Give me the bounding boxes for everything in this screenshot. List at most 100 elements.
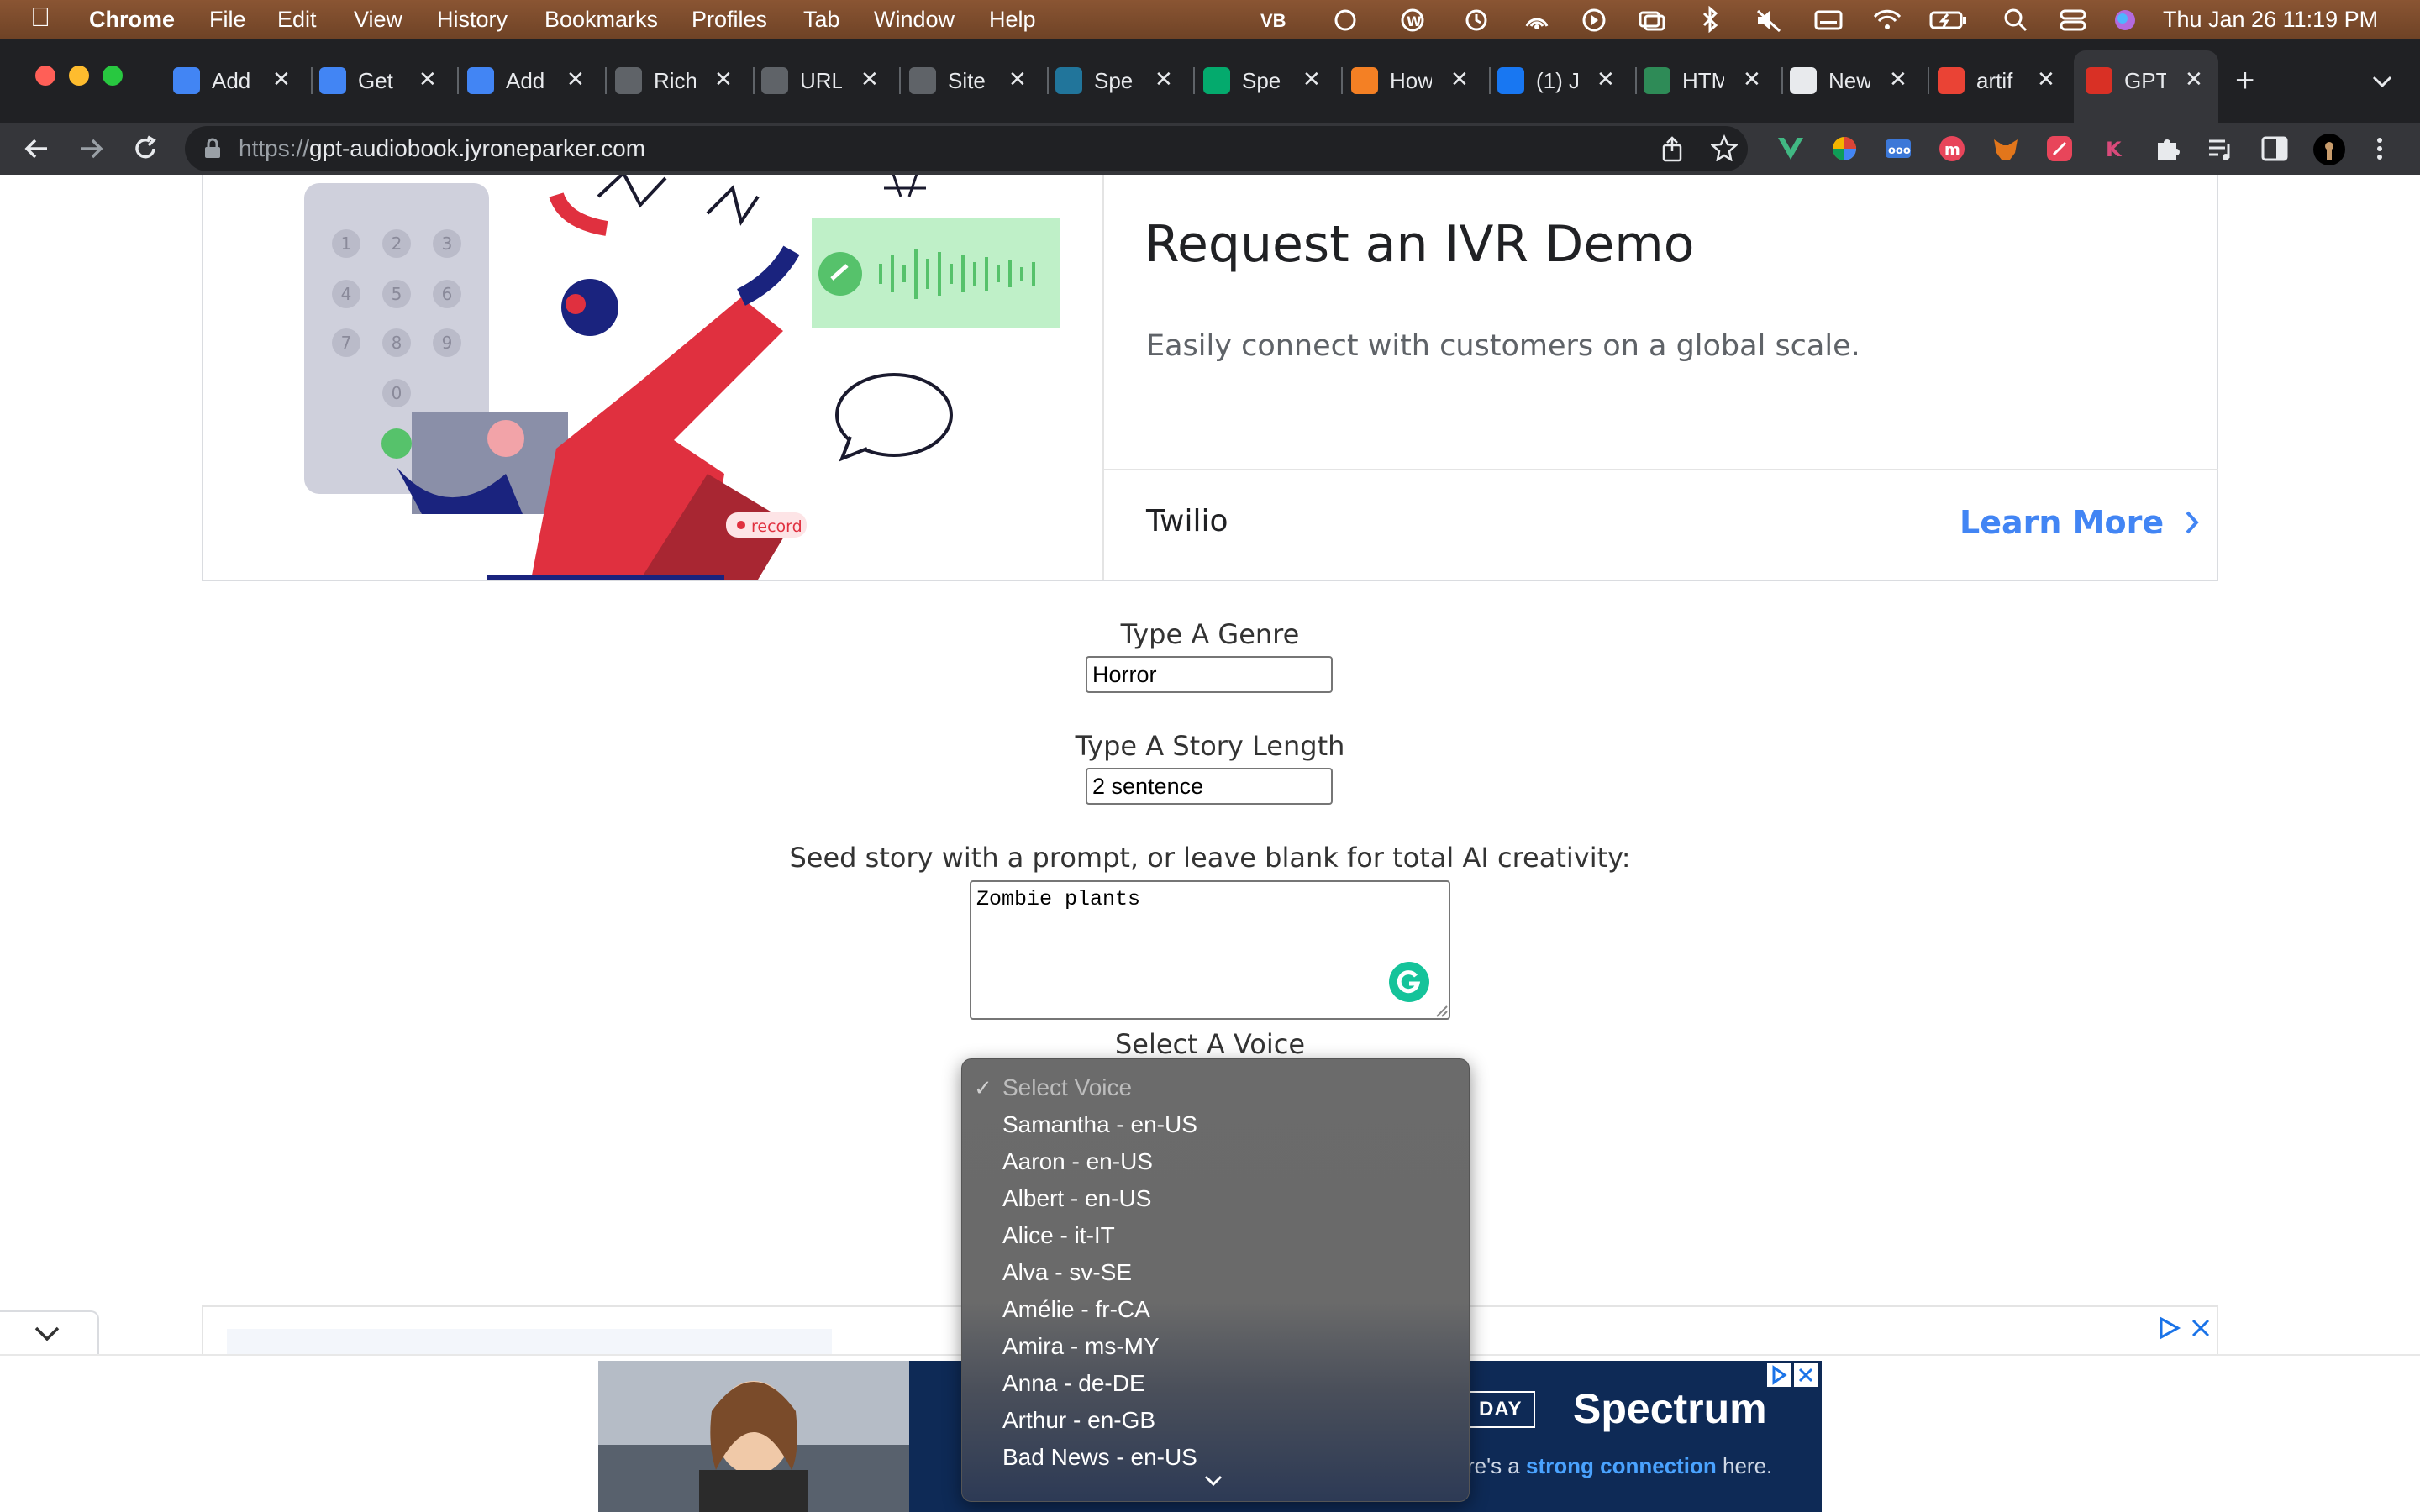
grammarly-icon[interactable]	[1388, 961, 1430, 1003]
ad-title[interactable]: Request an IVR Demo	[1144, 215, 1694, 274]
tab-close-icon[interactable]: ✕	[860, 66, 879, 92]
side-panel-icon[interactable]	[2260, 134, 2289, 163]
control-center-icon[interactable]	[2059, 8, 2087, 33]
window-zoom-button[interactable]	[103, 66, 123, 86]
tab-close-icon[interactable]: ✕	[1743, 66, 1761, 92]
voice-option[interactable]: Albert - en-US	[1002, 1184, 1151, 1214]
scroll-down-chevron-icon[interactable]	[1202, 1473, 1224, 1489]
spectrum-today-badge[interactable]: DAY	[1465, 1391, 1536, 1428]
address-bar[interactable]: https://gpt-audiobook.jyroneparker.com	[185, 126, 1748, 171]
browser-tab[interactable]: (1) J ✕	[1497, 59, 1623, 102]
adchoices-icon[interactable]	[2156, 1315, 2181, 1341]
extensions-puzzle-icon[interactable]	[2153, 134, 2181, 163]
spectrum-close-icon[interactable]	[1793, 1362, 1818, 1388]
menu-edit[interactable]: Edit	[277, 7, 317, 32]
voice-option[interactable]: Alice - it-IT	[1002, 1221, 1115, 1251]
menu-view[interactable]: View	[354, 7, 402, 32]
ivr-demo-ad[interactable]: 1 2 3 4 5 6 7 8 9 0 record Request an IV…	[202, 175, 2218, 581]
voice-option[interactable]: Samantha - en-US	[1002, 1110, 1197, 1140]
spectrum-brand[interactable]: Spectrum	[1573, 1384, 1767, 1433]
menubar-datetime[interactable]: Thu Jan 26 11:19 PM	[2163, 7, 2378, 32]
ad-close-icon[interactable]	[2190, 1317, 2212, 1339]
tab-close-icon[interactable]: ✕	[566, 66, 585, 92]
time-machine-icon[interactable]	[1462, 8, 1491, 33]
window-close-button[interactable]	[35, 66, 55, 86]
apple-icon[interactable]: 	[30, 3, 50, 30]
menu-bookmarks[interactable]: Bookmarks	[544, 7, 658, 32]
reload-icon[interactable]	[131, 134, 160, 163]
forward-arrow-icon[interactable]	[77, 136, 106, 161]
tab-close-icon[interactable]: ✕	[1008, 66, 1027, 92]
volume-muted-icon[interactable]	[1754, 8, 1783, 33]
menu-tab[interactable]: Tab	[803, 7, 840, 32]
tab-close-icon[interactable]: ✕	[2037, 66, 2055, 92]
url-text[interactable]: https://gpt-audiobook.jyroneparker.com	[239, 134, 645, 163]
back-arrow-icon[interactable]	[22, 136, 50, 161]
k-extension-icon[interactable]: K	[2101, 134, 2126, 163]
browser-tab[interactable]: Spe ✕	[1203, 59, 1329, 102]
story-length-input[interactable]	[1086, 768, 1333, 805]
ad-brand[interactable]: Twilio	[1146, 504, 1228, 538]
bluetooth-icon[interactable]	[1699, 6, 1721, 33]
tab-close-icon[interactable]: ✕	[1302, 66, 1321, 92]
menu-help[interactable]: Help	[989, 7, 1036, 32]
voice-select-dropdown[interactable]: ✓ Select Voice Samantha - en-US Aaron - e…	[961, 1058, 1470, 1502]
chrome-menu-icon[interactable]	[2373, 134, 2386, 163]
resize-handle-icon[interactable]	[1435, 1005, 1449, 1018]
tab-close-icon[interactable]: ✕	[1597, 66, 1615, 92]
tab-close-icon[interactable]: ✕	[272, 66, 291, 92]
spectrum-adchoices-icon[interactable]	[1766, 1362, 1791, 1388]
color-picker-extension-icon[interactable]	[1830, 134, 1859, 163]
menu-app-name[interactable]: Chrome	[89, 7, 175, 32]
browser-tab[interactable]: HTM ✕	[1644, 59, 1770, 102]
browser-tab[interactable]: Rich ✕	[615, 59, 741, 102]
voice-option[interactable]: Aaron - en-US	[1002, 1147, 1153, 1177]
voice-option[interactable]: Arthur - en-GB	[1002, 1405, 1155, 1436]
screens-icon[interactable]	[1637, 8, 1667, 33]
learn-more-link[interactable]: Learn More	[1960, 504, 2202, 541]
browser-tab[interactable]: URL ✕	[761, 59, 887, 102]
keyboard-icon[interactable]	[1813, 8, 1844, 33]
pinned-extension-icon[interactable]	[2045, 134, 2074, 163]
share-icon[interactable]	[1660, 136, 1684, 163]
metamask-extension-icon[interactable]	[1991, 134, 2020, 163]
media-queue-icon[interactable]	[2207, 134, 2235, 163]
voice-option[interactable]: Anna - de-DE	[1002, 1368, 1145, 1399]
browser-tab[interactable]: New ✕	[1790, 59, 1916, 102]
voice-option[interactable]: Bad News - en-US	[1002, 1442, 1197, 1473]
window-minimize-button[interactable]	[69, 66, 89, 86]
browser-tab[interactable]: Spe ✕	[1055, 59, 1181, 102]
collapse-ad-button[interactable]	[0, 1310, 99, 1354]
prompt-textarea[interactable]: Zombie plants	[970, 880, 1450, 1020]
bookmark-star-icon[interactable]	[1711, 134, 1738, 161]
profile-avatar[interactable]	[2312, 133, 2346, 166]
browser-tab[interactable]: Get ✕	[319, 59, 445, 102]
seo-extension-icon[interactable]: ooo	[1884, 134, 1912, 163]
menu-window[interactable]: Window	[874, 7, 955, 32]
genre-input[interactable]	[1086, 656, 1333, 693]
browser-tab[interactable]: Add ✕	[173, 59, 299, 102]
browser-tab[interactable]: Add ✕	[467, 59, 593, 102]
battery-icon[interactable]	[1929, 8, 1968, 33]
tab-close-icon[interactable]: ✕	[1889, 66, 1907, 92]
tab-close-icon[interactable]: ✕	[1450, 66, 1469, 92]
spotlight-search-icon[interactable]	[2003, 8, 2028, 33]
tab-close-icon[interactable]: ✕	[714, 66, 733, 92]
mastodon-extension-icon[interactable]: m	[1938, 134, 1966, 163]
voice-option[interactable]: Alva - sv-SE	[1002, 1257, 1132, 1288]
cloud-sync-icon[interactable]	[1331, 8, 1360, 33]
lock-icon[interactable]	[203, 138, 222, 160]
tab-close-icon[interactable]: ✕	[418, 66, 437, 92]
new-tab-button[interactable]: +	[2235, 59, 2254, 102]
voice-option[interactable]: Amélie - fr-CA	[1002, 1294, 1150, 1325]
siri-icon[interactable]	[2112, 8, 2138, 33]
airdrop-icon[interactable]	[1523, 8, 1551, 33]
browser-tab[interactable]: Site ✕	[909, 59, 1035, 102]
play-circle-icon[interactable]	[1580, 8, 1608, 33]
tab-search-chevron-icon[interactable]	[2371, 74, 2393, 89]
browser-tab[interactable]: artif ✕	[1938, 59, 2064, 102]
menu-file[interactable]: File	[209, 7, 246, 32]
vue-devtools-extension-icon[interactable]	[1776, 134, 1805, 163]
voice-option-placeholder[interactable]: Select Voice	[1002, 1073, 1132, 1103]
wordpress-status-icon[interactable]: W	[1398, 8, 1427, 33]
